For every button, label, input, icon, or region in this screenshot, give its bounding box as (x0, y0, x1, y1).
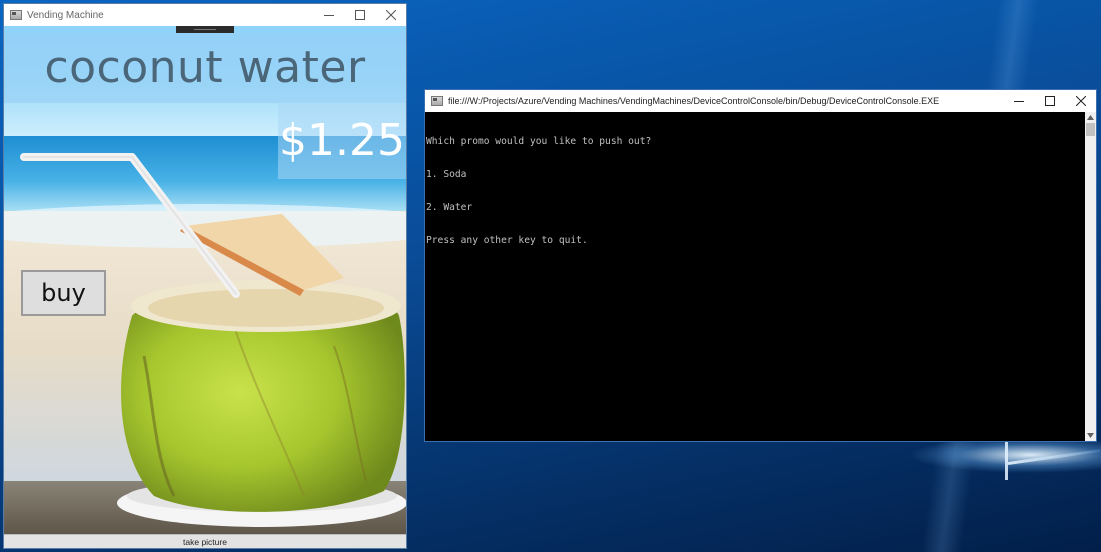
product-name: coconut water (44, 42, 366, 93)
vending-window-title: Vending Machine (27, 9, 104, 21)
console-app-icon (431, 96, 443, 106)
close-icon (1075, 96, 1086, 106)
console-line: Press any other key to quit. (426, 235, 588, 246)
window-app-icon (10, 10, 22, 20)
close-button[interactable] (375, 4, 406, 26)
price-label: $1.25 (279, 115, 405, 166)
console-maximize-button[interactable] (1034, 90, 1065, 112)
console-window-titlebar[interactable]: file:///W:/Projects/Azure/Vending Machin… (425, 90, 1096, 112)
vending-content-area: coconut water $1.25 buy (4, 26, 406, 534)
take-picture-button[interactable]: take picture (4, 534, 406, 548)
vending-window-titlebar[interactable]: Vending Machine (4, 4, 406, 26)
console-line: 1. Soda (426, 169, 467, 180)
maximize-icon (354, 10, 365, 20)
scroll-down-arrow-icon[interactable] (1085, 430, 1096, 441)
minimize-button[interactable] (313, 4, 344, 26)
scroll-thumb[interactable] (1086, 123, 1095, 136)
device-control-console-window: file:///W:/Projects/Azure/Vending Machin… (424, 89, 1097, 442)
scroll-up-arrow-icon[interactable] (1085, 112, 1096, 123)
drag-handle[interactable] (176, 26, 234, 33)
console-window-title: file:///W:/Projects/Azure/Vending Machin… (448, 96, 940, 106)
vending-machine-window: Vending Machine coconut water $1.25 buy … (3, 3, 407, 549)
buy-button[interactable]: buy (21, 270, 106, 316)
maximize-button[interactable] (344, 4, 375, 26)
price-box: $1.25 (278, 103, 406, 179)
desktop-wallpaper-light-ray (1007, 449, 1101, 465)
console-line: Which promo would you like to push out? (426, 136, 652, 147)
console-line: 2. Water (426, 202, 473, 213)
console-output[interactable]: Which promo would you like to push out? … (425, 112, 1085, 441)
maximize-icon (1044, 96, 1055, 106)
console-minimize-button[interactable] (1003, 90, 1034, 112)
console-scrollbar[interactable] (1085, 112, 1096, 441)
console-close-button[interactable] (1065, 90, 1096, 112)
minimize-icon (323, 15, 334, 16)
product-banner: coconut water (4, 33, 406, 103)
minimize-icon (1013, 101, 1024, 102)
close-icon (385, 10, 396, 20)
